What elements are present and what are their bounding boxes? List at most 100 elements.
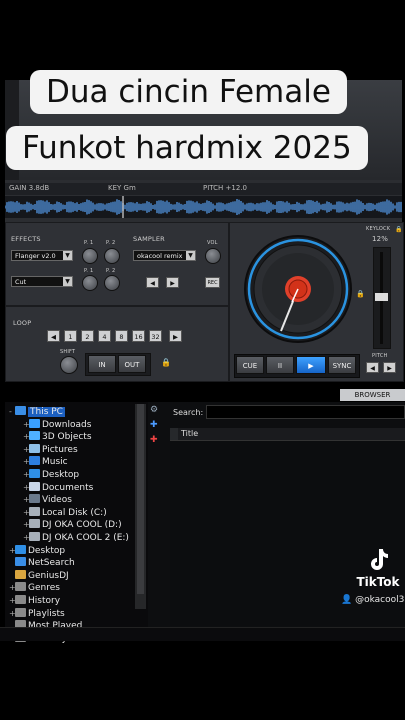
tree-item-label: Pictures — [42, 444, 78, 455]
tree-item[interactable]: GeniusDJ — [9, 569, 69, 582]
sampler-rec-button[interactable]: REC — [205, 277, 220, 288]
effects-p2-label: P. 2 — [106, 240, 116, 246]
column-selector[interactable] — [170, 428, 178, 440]
tree-item[interactable]: + Documents — [23, 481, 93, 494]
tiktok-user-icon: 👤 — [341, 595, 353, 605]
tiktok-handle-text: @okacool39 — [355, 595, 405, 605]
effects-title: EFFECTS — [11, 235, 41, 243]
tab-browser[interactable]: BROWSER — [340, 389, 405, 401]
loop-size-4[interactable]: 4 — [98, 330, 111, 342]
disk-icon — [29, 506, 40, 516]
remove-icon[interactable]: ✚ — [150, 435, 158, 445]
effect2-p2-knob[interactable] — [104, 275, 120, 291]
caption-line-2: Funkot hardmix 2025 — [6, 126, 368, 170]
loop-in-button[interactable]: IN — [88, 355, 116, 373]
sampler-vol-knob[interactable] — [205, 248, 221, 264]
tree-item[interactable]: + Genres — [9, 582, 60, 594]
pause-button[interactable]: II — [266, 356, 294, 374]
loop-size-8[interactable]: 8 — [115, 330, 128, 342]
column-title[interactable]: Title — [181, 429, 198, 438]
sampler-value: okacool remix — [137, 252, 183, 260]
tree-item[interactable]: + Videos — [23, 494, 72, 506]
waveform-trace — [5, 199, 402, 215]
effect-p1-knob[interactable] — [82, 248, 98, 264]
tree-item[interactable]: + DJ OKA COOL (D:) — [23, 519, 122, 531]
3d-objects-icon — [29, 431, 40, 441]
tree-item[interactable]: + DJ OKA COOL 2 (E:) — [23, 532, 129, 544]
geniusdj-icon — [15, 569, 26, 579]
tree-item[interactable]: +3D Objects — [23, 431, 92, 443]
effect1-select[interactable]: Flanger v2.0 ▼ — [11, 250, 73, 261]
playlists-icon — [15, 607, 26, 617]
loop-size-16[interactable]: 16 — [132, 330, 145, 342]
tree-item[interactable]: + Desktop — [23, 469, 79, 481]
tree-item[interactable]: + Music — [23, 456, 68, 468]
key-readout: KEY Gm — [108, 184, 136, 192]
gain-readout: GAIN 3.8dB — [9, 184, 50, 192]
tree-item-label: Music — [42, 457, 68, 468]
browser-status-bar — [0, 627, 405, 641]
search-input[interactable] — [206, 405, 405, 419]
sync-button[interactable]: SYNC — [328, 356, 356, 374]
effect2-value: Cut — [15, 278, 27, 286]
history-icon — [15, 595, 26, 604]
tiktok-logo-icon — [371, 549, 388, 570]
tree-item[interactable]: + History — [9, 595, 60, 607]
disk-icon — [29, 519, 40, 529]
tree-item[interactable]: + Local Disk (C:) — [23, 506, 107, 519]
jog-wheel[interactable] — [243, 234, 353, 344]
chevron-down-icon: ▼ — [63, 251, 72, 260]
cue-button[interactable]: CUE — [236, 356, 264, 374]
chevron-down-icon: ▼ — [186, 251, 195, 260]
new-playlist-icon[interactable]: ✚ — [150, 420, 158, 430]
loop-title: LOOP — [13, 319, 32, 327]
effect2-p1-knob[interactable] — [82, 275, 98, 291]
sampler-next-button[interactable]: ▶ — [166, 277, 179, 288]
waveform[interactable] — [5, 196, 402, 218]
pitch-down-button[interactable]: ◀ — [366, 362, 379, 373]
loop-next-button[interactable]: ▶ — [169, 330, 182, 342]
pitch-up-button[interactable]: ▶ — [383, 362, 396, 373]
loop-size-1[interactable]: 1 — [64, 330, 77, 342]
tree-item[interactable]: + Desktop — [9, 544, 66, 557]
tree-item[interactable]: + Playlists — [9, 607, 65, 620]
tree-item-label: Desktop — [28, 545, 66, 556]
tree-item[interactable]: - This PC — [9, 406, 65, 418]
tree-item-label: Downloads — [42, 419, 92, 430]
music-icon — [29, 456, 40, 466]
loop-size-2[interactable]: 2 — [81, 330, 94, 342]
tree-item-label: Videos — [42, 495, 72, 506]
tree-scrollbar[interactable] — [135, 404, 146, 609]
tree-item[interactable]: + Pictures — [23, 443, 78, 456]
effect2-select[interactable]: Cut ▼ — [11, 276, 73, 287]
pitch-readout: PITCH +12.0 — [203, 184, 247, 192]
sampler-prev-button[interactable]: ◀ — [146, 277, 159, 288]
pitch-slider-handle[interactable] — [375, 293, 388, 301]
effects-p1-label-2: P. 1 — [84, 268, 94, 274]
desktop-icon — [15, 544, 26, 554]
shift-label: SHIFT — [60, 349, 76, 355]
downloads-icon — [29, 418, 40, 428]
genres-icon — [15, 582, 26, 592]
add-folder-icon[interactable]: ⚙ — [150, 405, 158, 415]
tree-item[interactable]: + Downloads — [23, 418, 92, 431]
tiktok-handle: 👤 @okacool39 — [341, 595, 405, 605]
tree-item[interactable]: NetSearch — [9, 557, 75, 569]
effect-p2-knob[interactable] — [104, 248, 120, 264]
lock-icon: 🔒 — [356, 290, 365, 298]
play-button[interactable]: ▶ — [296, 356, 326, 374]
effects-p2-label-2: P. 2 — [106, 268, 116, 274]
folder-tree: - This PC + Downloads +3D Objects + Pictures + M… — [5, 402, 148, 644]
deck-info-bar: GAIN 3.8dB KEY Gm PITCH +12.0 — [5, 183, 402, 195]
loop-prev-button[interactable]: ◀ — [47, 330, 60, 342]
shift-button[interactable] — [60, 356, 78, 374]
keylock-icon[interactable]: 🔒 — [395, 226, 402, 233]
caption-line-1: Dua cincin Female — [30, 70, 347, 114]
sampler-select[interactable]: okacool remix ▼ — [133, 250, 196, 261]
loop-out-button[interactable]: OUT — [118, 355, 146, 373]
pitch-slider[interactable] — [373, 247, 391, 349]
loop-size-32[interactable]: 32 — [149, 330, 162, 342]
documents-icon — [29, 481, 40, 491]
computer-icon — [15, 406, 26, 415]
pictures-icon — [29, 443, 40, 453]
